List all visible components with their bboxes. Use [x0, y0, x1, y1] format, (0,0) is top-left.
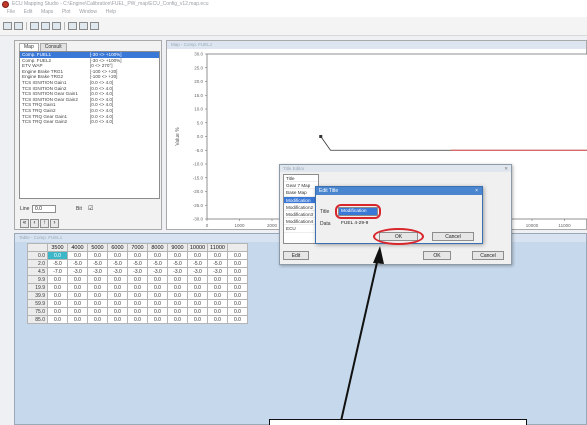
arrow-head [373, 246, 384, 264]
arrow-annotation [340, 246, 384, 422]
arrow-shaft [340, 257, 379, 422]
callout-box [269, 419, 527, 425]
